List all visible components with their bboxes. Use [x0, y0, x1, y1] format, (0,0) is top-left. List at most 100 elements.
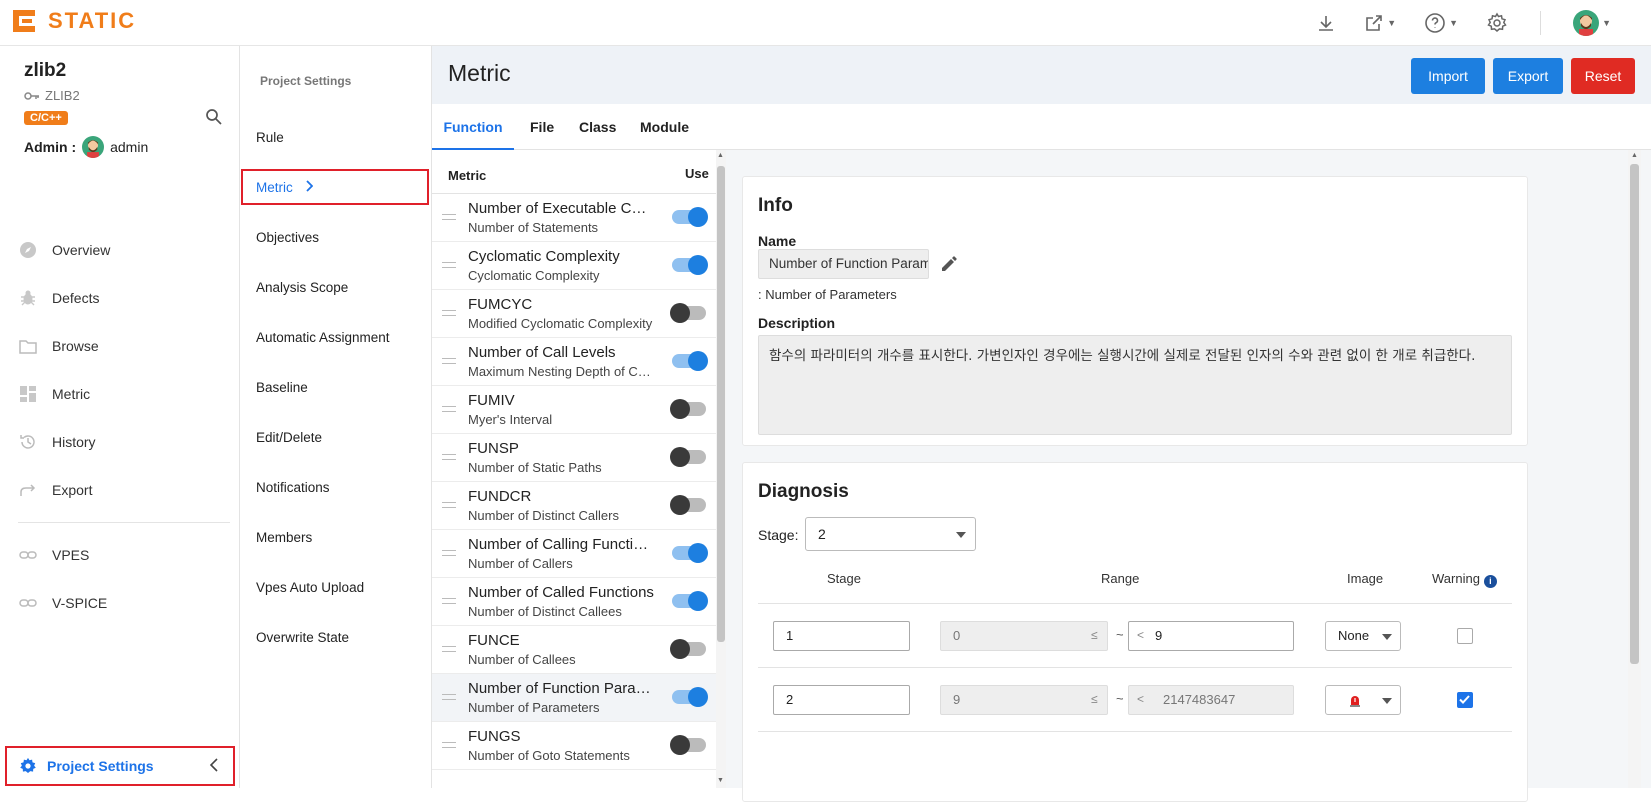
sidebar-item-export[interactable]: Export — [0, 466, 240, 514]
drag-handle-icon[interactable] — [442, 550, 456, 556]
project-key-label: ZLIB2 — [45, 88, 80, 103]
drag-handle-icon[interactable] — [442, 454, 456, 460]
stage-input[interactable]: 1 — [773, 621, 910, 651]
drag-handle-icon[interactable] — [442, 598, 456, 604]
sidebar-item-metric[interactable]: Metric — [0, 370, 240, 418]
chevron-left-icon[interactable] — [209, 757, 219, 776]
drag-handle-icon[interactable] — [442, 502, 456, 508]
drag-handle-icon[interactable] — [442, 310, 456, 316]
settings-item-overwrite-state[interactable]: Overwrite State — [240, 612, 432, 662]
settings-item-baseline[interactable]: Baseline — [240, 362, 432, 412]
metric-list-scrollbar[interactable]: ▲ ▼ — [716, 150, 726, 788]
scrollbar-thumb[interactable] — [717, 166, 725, 642]
settings-item-metric[interactable]: Metric — [241, 169, 429, 205]
info-icon[interactable]: i — [1483, 575, 1497, 588]
use-toggle[interactable] — [672, 543, 708, 563]
metric-row[interactable]: Cyclomatic Complexity Cyclomatic Complexi… — [432, 242, 725, 290]
use-toggle[interactable] — [672, 687, 708, 707]
reset-button[interactable]: Reset — [1571, 58, 1635, 94]
settings-item-analysis-scope[interactable]: Analysis Scope — [240, 262, 432, 312]
settings-item-notifications[interactable]: Notifications — [240, 462, 432, 512]
metric-row[interactable]: FUMIV Myer's Interval — [432, 386, 725, 434]
pencil-icon[interactable] — [939, 254, 959, 277]
settings-item-objectives[interactable]: Objectives — [240, 212, 432, 262]
use-toggle[interactable] — [672, 207, 708, 227]
warning-header-label: Warning — [1432, 571, 1480, 586]
use-toggle[interactable] — [672, 351, 708, 371]
project-settings-button[interactable]: Project Settings — [5, 746, 235, 786]
tab-function[interactable]: Function — [432, 104, 514, 150]
user-menu[interactable]: ▼ — [1573, 9, 1611, 37]
tab-module[interactable]: Module — [640, 104, 689, 150]
scroll-up-icon[interactable]: ▲ — [1631, 152, 1638, 159]
image-select[interactable] — [1325, 685, 1401, 715]
export-button[interactable]: Export — [1493, 58, 1563, 94]
name-field[interactable]: Number of Function Parameters — [758, 249, 929, 279]
metric-row[interactable]: FUMCYC Modified Cyclomatic Complexity — [432, 290, 725, 338]
download-icon[interactable] — [1316, 9, 1336, 37]
sidebar-item-defects[interactable]: Defects — [0, 274, 240, 322]
app-logo[interactable]: STATIC — [10, 7, 136, 35]
project-settings-label: Project Settings — [47, 758, 154, 774]
use-toggle[interactable] — [672, 591, 708, 611]
warning-checkbox[interactable] — [1457, 628, 1473, 644]
use-toggle[interactable] — [670, 639, 706, 659]
drag-handle-icon[interactable] — [442, 358, 456, 364]
settings-item-members[interactable]: Members — [240, 512, 432, 562]
search-icon[interactable] — [205, 108, 223, 129]
checkmark-icon — [1459, 695, 1470, 704]
warning-checkbox[interactable] — [1457, 692, 1473, 708]
stage-select[interactable]: 2 — [805, 517, 976, 551]
help-icon[interactable]: ▼ — [1424, 9, 1458, 37]
use-toggle[interactable] — [672, 255, 708, 275]
sidebar-item-v-spice[interactable]: V-SPICE — [0, 579, 240, 627]
metric-row[interactable]: Number of Calling Functions Number of Cal… — [432, 530, 725, 578]
metric-row[interactable]: Number of Call Levels Maximum Nesting Dep… — [432, 338, 725, 386]
drag-handle-icon[interactable] — [442, 646, 456, 652]
drag-handle-icon[interactable] — [442, 694, 456, 700]
scroll-down-icon[interactable]: ▼ — [717, 777, 724, 784]
column-header-stage: Stage — [827, 571, 861, 586]
tab-file[interactable]: File — [530, 104, 554, 150]
settings-item-automatic-assignment[interactable]: Automatic Assignment — [240, 312, 432, 362]
drag-handle-icon[interactable] — [442, 214, 456, 220]
metric-name: FUNDCR — [468, 488, 532, 505]
metric-row[interactable]: FUNGS Number of Goto Statements — [432, 722, 725, 770]
sidebar-item-history[interactable]: History — [0, 418, 240, 466]
drag-handle-icon[interactable] — [442, 742, 456, 748]
settings-item-edit-delete[interactable]: Edit/Delete — [240, 412, 432, 462]
settings-item-vpes-auto-upload[interactable]: Vpes Auto Upload — [240, 562, 432, 612]
settings-icon[interactable] — [1486, 9, 1508, 37]
metric-list: Metric Use Number of Executable Code Lin… — [432, 150, 726, 788]
range-to-input[interactable]: 9 — [1128, 621, 1294, 651]
use-toggle[interactable] — [670, 447, 706, 467]
metric-row[interactable]: FUNDCR Number of Distinct Callers — [432, 482, 725, 530]
metric-row[interactable]: FUNCE Number of Callees — [432, 626, 725, 674]
drag-handle-icon[interactable] — [442, 262, 456, 268]
sidebar-item-overview[interactable]: Overview — [0, 226, 240, 274]
scroll-up-icon[interactable]: ▲ — [717, 152, 724, 159]
use-toggle[interactable] — [670, 735, 706, 755]
diagnosis-card: Diagnosis Stage: 2 Stage Range Image War… — [742, 462, 1528, 802]
description-field[interactable]: 함수의 파라미터의 개수를 표시한다. 가변인자인 경우에는 실행시간에 실제로… — [758, 335, 1512, 435]
import-button[interactable]: Import — [1411, 58, 1485, 94]
detail-scrollbar[interactable]: ▲ — [1628, 150, 1641, 788]
metric-row[interactable]: Number of Executable Code Lines Number of… — [432, 194, 725, 242]
sidebar-item-browse[interactable]: Browse — [0, 322, 240, 370]
settings-item-rule[interactable]: Rule — [240, 112, 432, 162]
tab-class[interactable]: Class — [579, 104, 616, 150]
metric-row[interactable]: Number of Function Parameters Number of P… — [432, 674, 725, 722]
image-select[interactable]: None — [1325, 621, 1401, 651]
external-link-icon[interactable]: ▼ — [1364, 9, 1396, 37]
metric-row[interactable]: FUNSP Number of Static Paths — [432, 434, 725, 482]
sidebar-item-vpes[interactable]: VPES — [0, 531, 240, 579]
scrollbar-thumb[interactable] — [1630, 164, 1639, 664]
dashboard-icon — [18, 384, 38, 404]
stage-input[interactable]: 2 — [773, 685, 910, 715]
metric-row[interactable]: Number of Called Functions Number of Dist… — [432, 578, 725, 626]
drag-handle-icon[interactable] — [442, 406, 456, 412]
use-toggle[interactable] — [670, 399, 706, 419]
settings-title: Project Settings — [260, 74, 352, 88]
use-toggle[interactable] — [670, 303, 706, 323]
use-toggle[interactable] — [670, 495, 706, 515]
